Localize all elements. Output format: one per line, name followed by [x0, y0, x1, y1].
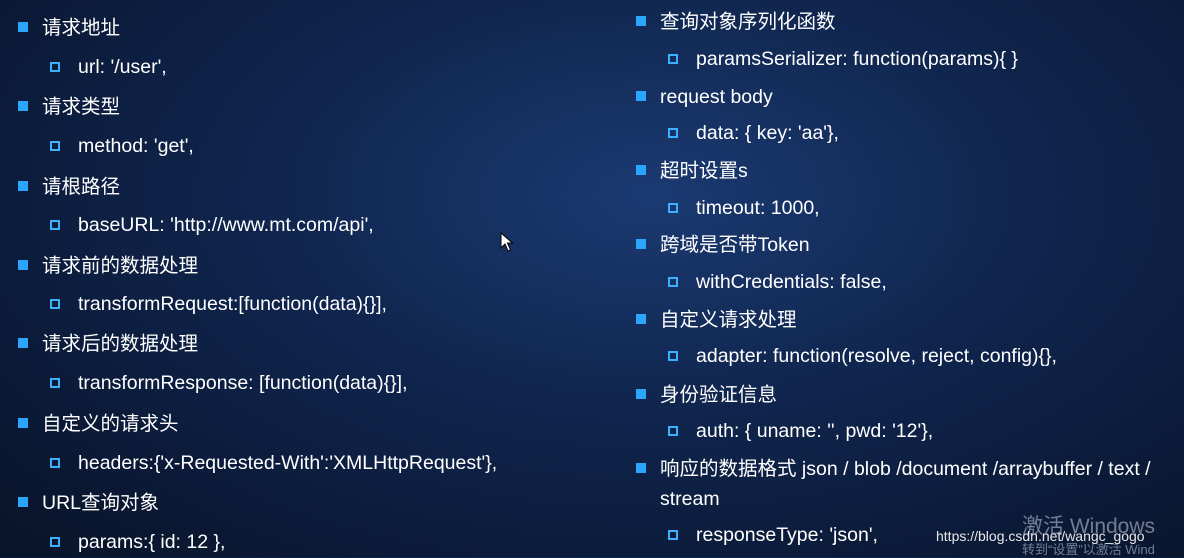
right-item-title: 自定义请求处理 [660, 309, 797, 331]
hollow-square-bullet-icon [668, 54, 678, 64]
left-item-title: 请根路径 [42, 176, 121, 198]
left-item-title: 自定义的请求头 [42, 413, 179, 435]
hollow-square-bullet-icon [668, 426, 678, 436]
square-bullet-icon [636, 463, 646, 473]
blog-watermark: https://blog.csdn.net/wangc_gogo [936, 528, 1145, 544]
left-item-value: transformResponse: [function(data){}], [78, 372, 408, 394]
square-bullet-icon [636, 165, 646, 175]
left-item-value: transformRequest:[function(data){}], [78, 293, 387, 315]
right-item-value: adapter: function(resolve, reject, confi… [696, 345, 1057, 367]
hollow-square-bullet-icon [50, 537, 60, 547]
square-bullet-icon [18, 101, 28, 111]
right-item-title: 身份验证信息 [660, 384, 778, 406]
square-bullet-icon [18, 22, 28, 32]
left-item-title: 请求前的数据处理 [42, 255, 199, 277]
square-bullet-icon [636, 314, 646, 324]
left-item-title: 请求类型 [42, 96, 121, 118]
hollow-square-bullet-icon [668, 203, 678, 213]
hollow-square-bullet-icon [50, 141, 60, 151]
right-item-title: 跨域是否带Token [660, 234, 810, 256]
left-item-value: url: '/user', [78, 56, 167, 78]
square-bullet-icon [18, 418, 28, 428]
left-item-value: headers:{'x-Requested-With':'XMLHttpRequ… [78, 452, 498, 474]
hollow-square-bullet-icon [668, 277, 678, 287]
right-item-title: 超时设置s [660, 160, 748, 182]
hollow-square-bullet-icon [668, 351, 678, 361]
hollow-square-bullet-icon [50, 458, 60, 468]
right-item-title: 响应的数据格式 json / blob /document /arraybuff… [660, 458, 1151, 510]
hollow-square-bullet-icon [50, 378, 60, 388]
left-item-title: URL查询对象 [42, 492, 160, 514]
mouse-pointer-icon [500, 232, 514, 252]
hollow-square-bullet-icon [50, 62, 60, 72]
left-item-value: baseURL: 'http://www.mt.com/api', [78, 214, 374, 236]
square-bullet-icon [636, 91, 646, 101]
square-bullet-icon [18, 497, 28, 507]
square-bullet-icon [636, 16, 646, 26]
right-item-value: paramsSerializer: function(params){ } [696, 48, 1018, 70]
left-item-title: 请求后的数据处理 [42, 333, 199, 355]
square-bullet-icon [636, 389, 646, 399]
hollow-square-bullet-icon [668, 530, 678, 540]
square-bullet-icon [18, 181, 28, 191]
hollow-square-bullet-icon [50, 220, 60, 230]
left-item-value: params:{ id: 12 }, [78, 531, 226, 553]
square-bullet-icon [18, 260, 28, 270]
square-bullet-icon [636, 239, 646, 249]
square-bullet-icon [18, 338, 28, 348]
hollow-square-bullet-icon [50, 299, 60, 309]
left-item-value: method: 'get', [78, 135, 194, 157]
right-item-value: timeout: 1000, [696, 197, 820, 219]
right-item-value: responseType: 'json', [696, 524, 878, 546]
right-item-value: withCredentials: false, [696, 271, 887, 293]
right-item-value: auth: { uname: '', pwd: '12'}, [696, 420, 934, 442]
left-item-title: 请求地址 [42, 17, 121, 39]
right-item-value: data: { key: 'aa'}, [696, 122, 839, 144]
hollow-square-bullet-icon [668, 128, 678, 138]
right-item-title: request body [660, 86, 773, 108]
right-item-title: 查询对象序列化函数 [660, 11, 836, 33]
